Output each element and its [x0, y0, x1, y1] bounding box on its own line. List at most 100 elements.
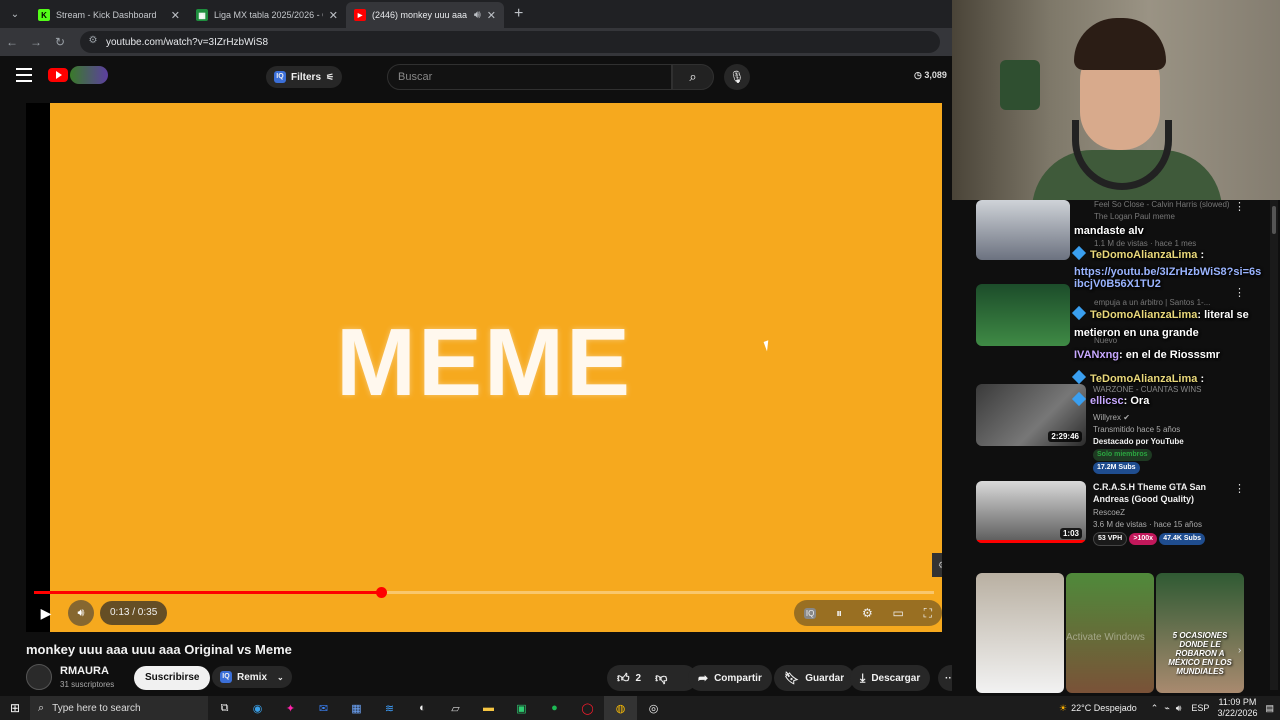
filters-button[interactable]: IQ Filters ⚟ — [266, 66, 343, 88]
remix-button[interactable]: IQ Remix ⌄ — [212, 666, 292, 688]
video-player[interactable]: MEME ⚙ ▶ 🔊︎ 0:13 / 0:35 IQ ⏸︎ ⚙ ▭ ⛶ — [26, 103, 942, 632]
close-icon[interactable]: ✕ — [487, 9, 496, 22]
menu-icon[interactable] — [16, 68, 32, 82]
doodle-logo[interactable] — [70, 66, 108, 84]
windows-start-icon[interactable]: ⊞ — [0, 701, 30, 715]
app-icon[interactable]: ▣ — [505, 696, 538, 720]
progress-bar[interactable] — [34, 587, 934, 598]
video-title: monkey uuu aaa uuu aaa Original vs Meme — [26, 642, 292, 657]
network-icon[interactable]: ⌁ — [1164, 703, 1169, 714]
tab-title: (2446) monkey uuu aaa uu — [372, 10, 470, 20]
like-count[interactable]: 2 — [636, 673, 642, 684]
store-icon[interactable]: ▦ — [340, 696, 373, 720]
download-button[interactable]: ⤓ Descargar — [850, 665, 931, 691]
video-thumbnail[interactable] — [976, 284, 1070, 346]
subscribe-button[interactable]: Suscribirse — [134, 666, 211, 690]
address-bar[interactable]: ⚙ youtube.com/watch?v=3IZrHzbWiS8 — [80, 31, 940, 53]
site-info-icon[interactable]: ⚙ — [86, 35, 100, 49]
speaker-icon[interactable]: 🔊︎ — [474, 9, 481, 22]
search-input[interactable]: Buscar — [387, 64, 672, 90]
volume-tray-icon[interactable]: 🔊︎ — [1176, 703, 1182, 714]
channel-name[interactable]: RMAURA — [60, 665, 109, 677]
avatar[interactable] — [26, 664, 52, 690]
dislike-icon[interactable]: 👎︎ — [655, 671, 667, 686]
short-caption: 5 OCASIONES DONDE LE ROBARON A MÉXICO EN… — [1168, 631, 1232, 676]
pause-icon[interactable]: ⏸︎ — [836, 606, 842, 621]
recommendation-item[interactable]: empuja a un árbitro | Santos 1-... Nuevo — [1094, 297, 1234, 347]
lang-indicator[interactable]: ESP — [1191, 703, 1209, 713]
recommendation-meta: 3.6 M de vistas · hace 15 años — [1093, 520, 1202, 529]
vidiq-player-icon[interactable]: IQ — [803, 607, 817, 619]
task-view-icon[interactable]: ⧉ — [208, 696, 241, 720]
volume-icon[interactable]: 🔊︎ — [68, 600, 94, 626]
chat-message: TeDomoAlianzaLima : — [1071, 245, 1204, 261]
chat-message: metieron en una grande — [1074, 327, 1199, 339]
share-button[interactable]: ➦ Compartir — [688, 665, 772, 691]
settings-icon[interactable]: ⚙ — [862, 606, 873, 620]
mail-icon[interactable]: ✉ — [307, 696, 340, 720]
reload-icon[interactable]: ↻ — [48, 35, 72, 49]
recommendation-title: C.R.A.S.H Theme GTA San Andreas (Good Qu… — [1093, 482, 1207, 504]
obs-icon[interactable]: ◐ — [406, 696, 439, 720]
overlay-icon[interactable]: ⚙ — [932, 553, 942, 577]
play-icon[interactable]: ▶ — [32, 600, 60, 626]
like-icon[interactable]: 👍︎ — [617, 671, 630, 686]
notes-icon[interactable]: ▱ — [439, 696, 472, 720]
video-thumbnail[interactable]: 1:03 — [976, 481, 1086, 543]
taskbar-search-input[interactable]: ⌕ Type here to search — [30, 696, 208, 720]
spotify-icon[interactable]: ● — [538, 696, 571, 720]
close-icon[interactable]: ✕ — [329, 9, 338, 22]
weather-text[interactable]: 22°C Despejado — [1071, 703, 1137, 713]
vidiq-icon: IQ — [274, 71, 286, 83]
short-thumbnail[interactable] — [976, 573, 1064, 693]
watched-progress — [976, 540, 1086, 543]
tab-liga-mx[interactable]: ▦ Liga MX tabla 2025/2026 - Cla ✕ — [188, 2, 346, 28]
sliders-icon: ⚟ — [326, 71, 335, 82]
recommendation-title: Feel So Close - Calvin Harris (slowed) T… — [1094, 200, 1230, 221]
fullscreen-icon[interactable]: ⛶ — [924, 606, 932, 621]
sheets-icon: ▦ — [196, 9, 208, 21]
copilot-icon[interactable]: ✦ — [274, 696, 307, 720]
chat-message: TeDomoAlianzaLima : — [1071, 369, 1204, 385]
forward-icon[interactable]: → — [24, 35, 48, 49]
theater-icon[interactable]: ▭ — [893, 606, 904, 620]
members-only-label: Solo miembros — [1093, 448, 1243, 461]
short-thumbnail[interactable]: 5 OCASIONES DONDE LE ROBARON A MÉXICO EN… — [1156, 573, 1244, 693]
edge-icon[interactable]: ◉ — [241, 696, 274, 720]
chrome-icon[interactable]: ◍ — [604, 696, 637, 720]
save-label: Guardar — [805, 672, 845, 684]
video-thumbnail[interactable]: 2:29:46 — [976, 384, 1086, 446]
back-icon[interactable]: ← — [0, 35, 24, 49]
recommendation-item[interactable]: C.R.A.S.H Theme GTA San Andreas (Good Qu… — [1093, 481, 1233, 546]
chat-message: ellicsc: Ora — [1071, 391, 1149, 407]
tab-kick[interactable]: K Stream - Kick Dashboard ✕ — [30, 2, 188, 28]
new-tab-button[interactable]: + — [514, 5, 523, 23]
vscode-icon[interactable]: ≋ — [373, 696, 406, 720]
chevron-right-icon[interactable]: › — [1238, 645, 1241, 656]
webcam-overlay — [952, 0, 1280, 200]
notification-icon[interactable]: ▤ — [1265, 703, 1274, 714]
taskbar-clock[interactable]: 11:09 PM 3/22/2026 — [1217, 697, 1257, 719]
kebab-icon[interactable]: ⋮ — [1234, 482, 1245, 495]
video-thumbnail[interactable] — [976, 200, 1070, 260]
weather-icon[interactable]: ☀ — [1059, 703, 1067, 714]
windows-taskbar: ⊞ ⌕ Type here to search ⧉ ◉ ✦ ✉ ▦ ≋ ◐ ▱ … — [0, 696, 1280, 720]
microphone-icon[interactable]: 🎙︎ — [724, 64, 750, 90]
tab-search-icon[interactable]: ⌄ — [4, 3, 26, 25]
youtube-logo[interactable] — [48, 68, 68, 82]
kebab-icon[interactable]: ⋮ — [1234, 200, 1245, 213]
featured-label: Destacado por YouTube — [1093, 437, 1184, 446]
record-icon[interactable]: ◎ — [637, 696, 670, 720]
save-button[interactable]: 🔖︎ Guardar — [774, 665, 855, 691]
tab-youtube[interactable]: ▶ (2446) monkey uuu aaa uu 🔊︎ ✕ — [346, 2, 504, 28]
close-icon[interactable]: ✕ — [171, 9, 180, 22]
search-icon: ⌕ — [38, 701, 45, 714]
folder-icon[interactable]: ▬ — [472, 696, 505, 720]
chat-message: https://youtu.be/3IZrHzbWiS8?si=6sibcjV0… — [1074, 266, 1262, 290]
address-bar-row: ← → ↻ ⚙ youtube.com/watch?v=3IZrHzbWiS8 — [0, 28, 952, 56]
player-right-controls: IQ ⏸︎ ⚙ ▭ ⛶ — [794, 600, 942, 626]
tray-expand-icon[interactable]: ⌃ — [1151, 703, 1159, 714]
sidebar-scrollbar[interactable] — [1270, 200, 1278, 690]
opera-icon[interactable]: ◯ — [571, 696, 604, 720]
search-icon[interactable]: ⌕ — [672, 64, 714, 90]
